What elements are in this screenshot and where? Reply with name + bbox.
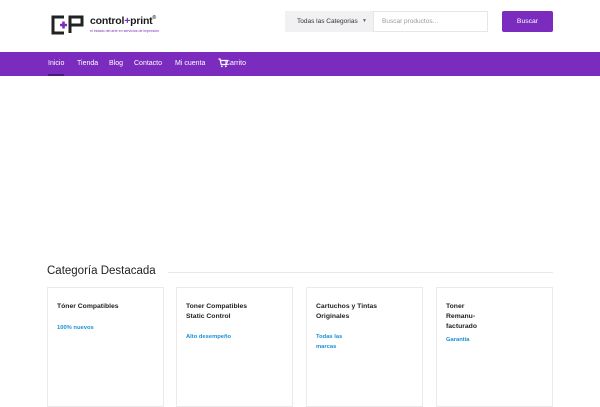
nav-item-carrito[interactable]: Carrito bbox=[218, 52, 246, 76]
nav-item-carrito-label: Carrito bbox=[225, 60, 247, 67]
logo-wordmark: control+print® bbox=[90, 15, 156, 27]
category-card-title: Toner Remanu-facturado bbox=[446, 303, 477, 330]
category-card-subtitle: 100% nuevos bbox=[57, 325, 94, 331]
category-card[interactable]: Toner Remanu-facturado Garantía bbox=[436, 287, 553, 407]
category-card[interactable]: Tóner Compatibles 100% nuevos bbox=[47, 287, 164, 407]
nav-item-blog[interactable]: Blog bbox=[109, 52, 123, 76]
main-nav: Inicio Tienda Blog Contacto Mi cuenta Ca… bbox=[0, 52, 600, 76]
cart-icon bbox=[218, 58, 228, 68]
site-logo[interactable]: control+print® el estado del arte en ser… bbox=[50, 14, 160, 38]
search-button[interactable]: Buscar bbox=[502, 11, 553, 32]
category-card-title: Tóner Compatibles bbox=[57, 303, 119, 310]
logo-tagline: el estado del arte en servicios de impre… bbox=[90, 29, 160, 33]
logo-mark-icon bbox=[51, 15, 84, 35]
section-divider bbox=[168, 272, 553, 273]
category-card-subtitle: Alto desempeño bbox=[186, 334, 232, 340]
category-card[interactable]: Cartuchos y Tintas Originales Todas las … bbox=[306, 287, 423, 407]
search-input[interactable] bbox=[373, 11, 488, 32]
section-title: Categoría Destacada bbox=[47, 265, 156, 277]
nav-item-inicio[interactable]: Inicio bbox=[48, 52, 65, 76]
nav-item-tienda[interactable]: Tienda bbox=[77, 52, 98, 76]
site-header: control+print® el estado del arte en ser… bbox=[0, 0, 600, 52]
category-card-title: Toner Compatibles Static Control bbox=[186, 303, 248, 320]
category-card[interactable]: Toner Compatibles Static Control Alto de… bbox=[176, 287, 293, 407]
category-card-subtitle: Garantía bbox=[446, 337, 470, 343]
category-card-title: Cartuchos y Tintas Originales bbox=[316, 303, 378, 320]
category-card-subtitle: Todas las marcas bbox=[316, 334, 343, 350]
category-select-label: Todas las Categorias bbox=[297, 18, 358, 25]
chevron-down-icon: ▼ bbox=[362, 18, 367, 24]
nav-item-mi-cuenta[interactable]: Mi cuenta bbox=[175, 52, 205, 76]
nav-item-contacto[interactable]: Contacto bbox=[134, 52, 162, 76]
category-select[interactable]: Todas las Categorias ▼ bbox=[285, 11, 373, 32]
